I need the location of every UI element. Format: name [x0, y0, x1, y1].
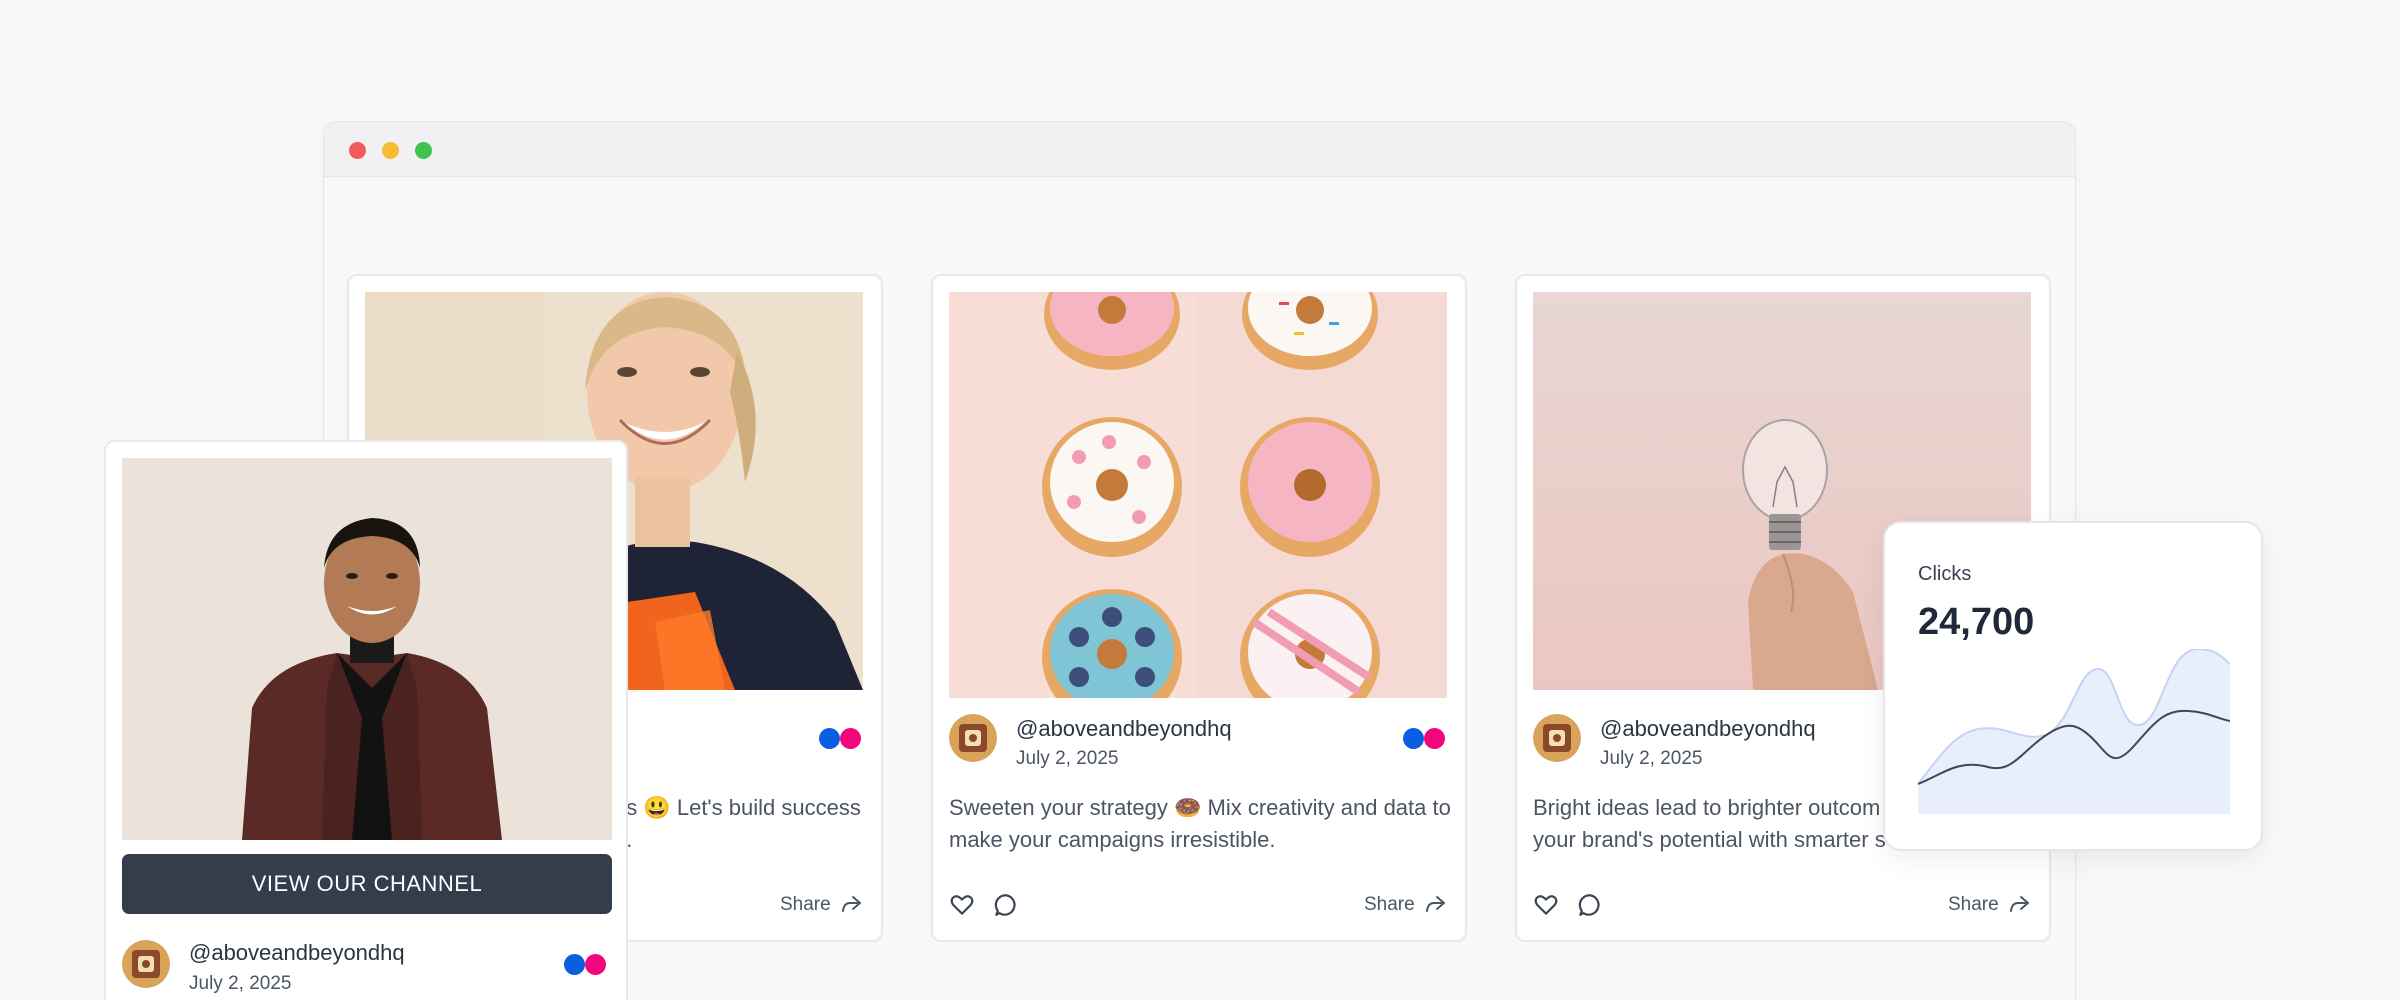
close-window-button[interactable]	[349, 142, 366, 159]
post-handle[interactable]: @aboveandbeyondhq	[1600, 716, 1816, 742]
caption-line: make your campaigns irresistible.	[949, 827, 1276, 852]
donuts-photo	[949, 292, 1447, 698]
clicks-label: Clicks	[1918, 563, 1972, 585]
post-date: July 2, 2025	[1600, 748, 1703, 769]
post-caption: es 😃 Let's build success e.	[614, 792, 861, 856]
post-caption: Sweeten your strategy 🍩 Mix creativity a…	[949, 792, 1451, 856]
comment-icon[interactable]	[993, 892, 1019, 918]
platform-icons	[819, 728, 863, 750]
platform-icons	[1403, 728, 1447, 750]
share-arrow-icon[interactable]	[1423, 892, 1447, 916]
heart-icon[interactable]	[1533, 892, 1559, 918]
caption-line: Sweeten your strategy 🍩 Mix creativity a…	[949, 795, 1451, 820]
maximize-window-button[interactable]	[415, 142, 432, 159]
post-card-2: @aboveandbeyondhq July 2, 2025 Sweeten y…	[931, 274, 1467, 942]
caption-line: es 😃 Let's build success	[614, 795, 861, 820]
avatar	[949, 714, 997, 762]
post-caption: Bright ideas lead to brighter outcom you…	[1533, 792, 1886, 856]
heart-icon[interactable]	[949, 892, 975, 918]
avatar	[1533, 714, 1581, 762]
share-button[interactable]: Share	[1948, 894, 1999, 916]
meta-platform-icon	[564, 954, 585, 975]
featured-channel-card: VIEW OUR CHANNEL @aboveandbeyondhq July …	[104, 440, 628, 1000]
post-handle[interactable]: @aboveandbeyondhq	[1016, 716, 1232, 742]
share-button[interactable]: Share	[780, 894, 831, 916]
post-date: July 2, 2025	[1016, 748, 1119, 769]
comment-icon[interactable]	[1577, 892, 1603, 918]
view-channel-button[interactable]: VIEW OUR CHANNEL	[122, 854, 612, 914]
share-arrow-icon[interactable]	[839, 892, 863, 916]
minimize-window-button[interactable]	[382, 142, 399, 159]
flickr-platform-icon	[585, 954, 606, 975]
clicks-value: 24,700	[1918, 601, 2035, 643]
caption-line: e.	[614, 824, 861, 856]
caption-line: Bright ideas lead to brighter outcom	[1533, 795, 1881, 820]
flickr-platform-icon	[1424, 728, 1445, 749]
caption-line: your brand's potential with smarter s	[1533, 827, 1886, 852]
share-button[interactable]: Share	[1364, 894, 1415, 916]
browser-titlebar	[324, 122, 2075, 177]
avatar	[122, 940, 170, 988]
meta-platform-icon	[819, 728, 840, 749]
meta-platform-icon	[1403, 728, 1424, 749]
post-handle[interactable]: @aboveandbeyondhq	[189, 940, 405, 966]
platform-icons	[564, 954, 608, 976]
share-arrow-icon[interactable]	[2007, 892, 2031, 916]
clicks-sparkline-chart	[1918, 649, 2230, 814]
post-date: July 2, 2025	[189, 973, 292, 994]
clicks-widget: Clicks 24,700	[1883, 521, 2263, 851]
man-portrait-photo	[122, 458, 612, 840]
flickr-platform-icon	[840, 728, 861, 749]
